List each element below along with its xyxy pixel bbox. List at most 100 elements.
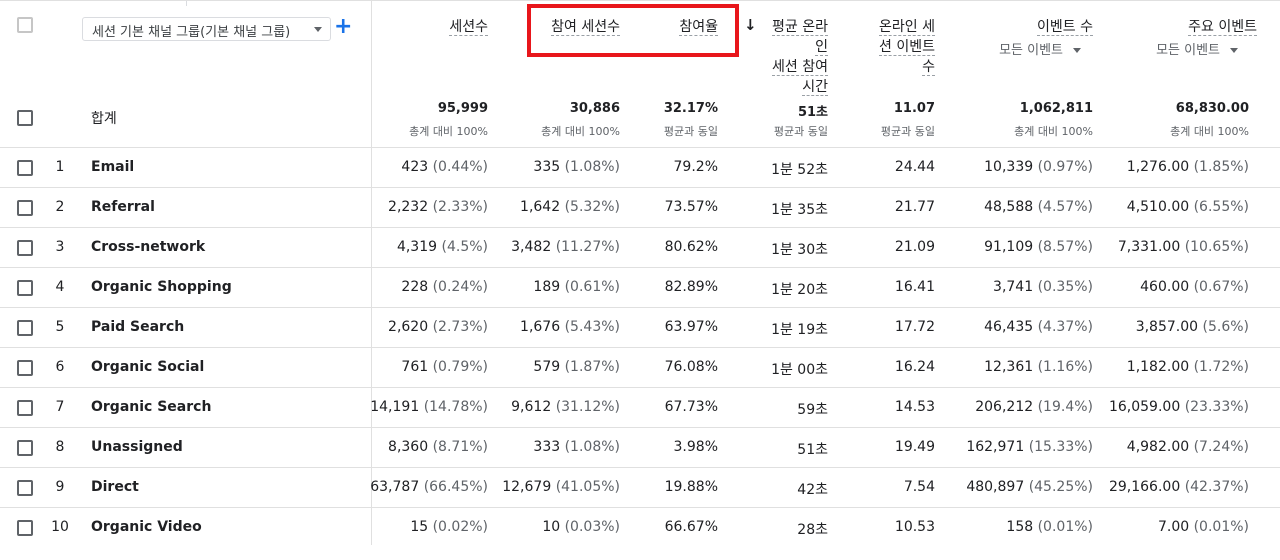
cell-value: 29,166.00 xyxy=(1108,479,1181,495)
total-sessions: 95,999 xyxy=(437,101,488,116)
cell-value: 76.08% xyxy=(664,359,718,375)
cell-value: 19.88% xyxy=(664,479,718,495)
table-row[interactable]: 9 Direct 63,787 (66.45%) 12,679 (41.05%) 19.… xyxy=(0,467,1280,507)
cell-value: 1분 35초 xyxy=(771,202,828,218)
row-cell-events_per_session: 21.09 xyxy=(855,239,935,255)
row-checkbox[interactable] xyxy=(17,320,33,336)
table-row[interactable]: 3 Cross-network 4,319 (4.5%) 3,482 (11.27%)… xyxy=(0,227,1280,267)
cell-value: 7,331.00 xyxy=(1117,239,1181,255)
row-cell-avg_engagement_time: 1분 19초 xyxy=(720,319,828,339)
cell-percent: (2.73%) xyxy=(432,319,488,335)
row-checkbox[interactable] xyxy=(17,440,33,456)
totals-label: 합계 xyxy=(91,111,117,127)
cell-percent: (2.33%) xyxy=(432,199,488,215)
table-row[interactable]: 4 Organic Shopping 228 (0.24%) 189 (0.61%) 8… xyxy=(0,267,1280,307)
cell-percent: (0.67%) xyxy=(1193,279,1249,295)
row-channel-name: Unassigned xyxy=(91,439,183,455)
row-cell-sessions: 423 (0.44%) xyxy=(360,159,488,175)
row-cell-avg_engagement_time: 1분 52초 xyxy=(720,159,828,179)
row-cell-events_per_session: 24.44 xyxy=(855,159,935,175)
total-event-count-sub: 총계 대비 100% xyxy=(1014,125,1093,138)
cell-percent: (14.78%) xyxy=(423,399,488,415)
table-row[interactable]: 8 Unassigned 8,360 (8.71%) 333 (1.08%) 3.98%… xyxy=(0,427,1280,467)
row-checkbox[interactable] xyxy=(17,280,33,296)
row-cell-event_count: 91,109 (8.57%) xyxy=(950,239,1093,255)
row-cell-key_events: 4,510.00 (6.55%) xyxy=(1100,199,1249,215)
select-all-checkbox[interactable] xyxy=(17,17,33,33)
row-cell-avg_engagement_time: 51초 xyxy=(720,439,828,459)
cell-value: 460.00 xyxy=(1140,279,1190,295)
row-channel-name: Referral xyxy=(91,199,155,215)
row-checkbox[interactable] xyxy=(17,400,33,416)
cell-percent: (42.37%) xyxy=(1184,479,1249,495)
row-cell-sessions: 761 (0.79%) xyxy=(360,359,488,375)
cell-value: 10.53 xyxy=(894,519,935,535)
arrow-down-icon[interactable]: ↓ xyxy=(744,16,757,34)
cell-percent: (15.33%) xyxy=(1028,439,1093,455)
row-cell-engaged_sessions: 579 (1.87%) xyxy=(490,359,620,375)
cell-value: 1분 19초 xyxy=(771,322,828,338)
event-count-event-selector[interactable]: 모든 이벤트 xyxy=(960,39,1081,58)
row-checkbox[interactable] xyxy=(17,480,33,496)
cell-value: 91,109 xyxy=(984,239,1034,255)
cell-percent: (41.05%) xyxy=(555,479,620,495)
cell-value: 3.98% xyxy=(673,439,718,455)
row-cell-key_events: 460.00 (0.67%) xyxy=(1100,279,1249,295)
row-cell-avg_engagement_time: 1분 20초 xyxy=(720,279,828,299)
total-sessions-sub: 총계 대비 100% xyxy=(409,125,488,138)
row-cell-key_events: 1,276.00 (1.85%) xyxy=(1100,159,1249,175)
key-events-event-selector[interactable]: 모든 이벤트 xyxy=(1110,39,1238,58)
table-row[interactable]: 1 Email 423 (0.44%) 335 (1.08%) 79.2% 1분 52초 2… xyxy=(0,147,1280,187)
cell-value: 7.54 xyxy=(903,479,935,495)
row-number: 3 xyxy=(55,239,65,255)
tab-tick xyxy=(186,1,187,6)
table-row[interactable]: 2 Referral 2,232 (2.33%) 1,642 (5.32%) 73.57… xyxy=(0,187,1280,227)
header-key-events[interactable]: 주요 이벤트 xyxy=(1130,17,1257,37)
header-event-count[interactable]: 이벤트 수 xyxy=(980,17,1093,37)
totals-checkbox[interactable] xyxy=(17,110,33,126)
row-channel-name: Cross-network xyxy=(91,239,206,255)
cell-percent: (1.85%) xyxy=(1193,159,1249,175)
total-engagement-rate: 32.17% xyxy=(663,101,718,116)
table-row[interactable]: 6 Organic Social 761 (0.79%) 579 (1.87%) 76.… xyxy=(0,347,1280,387)
header-sessions[interactable]: 세션수 xyxy=(400,17,488,37)
cell-value: 10,339 xyxy=(984,159,1034,175)
dimension-selector[interactable]: 세션 기본 채널 그룹(기본 채널 그룹) xyxy=(82,17,331,41)
row-checkbox[interactable] xyxy=(17,240,33,256)
row-checkbox[interactable] xyxy=(17,520,33,536)
cell-percent: (8.57%) xyxy=(1037,239,1093,255)
header-avg-engagement-time[interactable]: 평균 온라인 세션 참여 시간 xyxy=(760,17,828,97)
table-row[interactable]: 10 Organic Video 15 (0.02%) 10 (0.03%) 66.67… xyxy=(0,507,1280,547)
row-cell-engaged_sessions: 12,679 (41.05%) xyxy=(490,479,620,495)
cell-value: 2,620 xyxy=(388,319,429,335)
row-checkbox[interactable] xyxy=(17,160,33,176)
header-events-per-session[interactable]: 온라인 세 션 이벤트 수 xyxy=(860,17,935,77)
row-channel-name: Direct xyxy=(91,479,139,495)
cell-value: 14.53 xyxy=(894,399,935,415)
cell-value: 51초 xyxy=(797,442,828,458)
cell-value: 10 xyxy=(542,519,561,535)
cell-value: 228 xyxy=(401,279,429,295)
row-channel-name: Paid Search xyxy=(91,319,185,335)
cell-value: 423 xyxy=(401,159,429,175)
cell-value: 335 xyxy=(533,159,561,175)
cell-percent: (5.43%) xyxy=(564,319,620,335)
row-cell-event_count: 158 (0.01%) xyxy=(950,519,1093,535)
cell-value: 1,676 xyxy=(520,319,561,335)
cell-percent: (1.72%) xyxy=(1193,359,1249,375)
row-channel-name: Organic Video xyxy=(91,519,202,535)
cell-percent: (1.16%) xyxy=(1037,359,1093,375)
row-checkbox[interactable] xyxy=(17,200,33,216)
cell-value: 46,435 xyxy=(984,319,1034,335)
table-row[interactable]: 5 Paid Search 2,620 (2.73%) 1,676 (5.43%) 63… xyxy=(0,307,1280,347)
cell-percent: (0.24%) xyxy=(432,279,488,295)
cell-percent: (0.01%) xyxy=(1037,519,1093,535)
row-cell-key_events: 7,331.00 (10.65%) xyxy=(1100,239,1249,255)
cell-value: 16.41 xyxy=(894,279,935,295)
total-engaged-sessions: 30,886 xyxy=(569,101,620,116)
table-row[interactable]: 7 Organic Search 14,191 (14.78%) 9,612 (31.… xyxy=(0,387,1280,427)
row-checkbox[interactable] xyxy=(17,360,33,376)
cell-percent: (4.5%) xyxy=(441,239,489,255)
plus-icon[interactable]: + xyxy=(334,15,352,39)
row-cell-engagement_rate: 79.2% xyxy=(640,159,718,175)
